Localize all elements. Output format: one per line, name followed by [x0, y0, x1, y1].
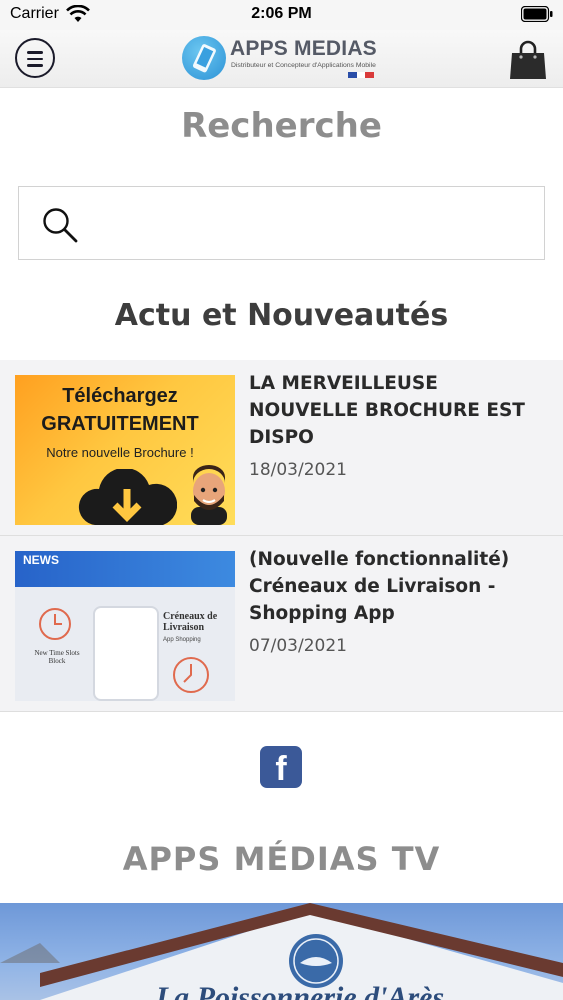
search-box[interactable] [18, 186, 545, 260]
phone-mockup [93, 606, 159, 701]
news-thumbnail: Téléchargez GRATUITEMENT Notre nouvelle … [15, 375, 235, 525]
shopping-bag-icon[interactable] [508, 39, 548, 81]
battery-icon [521, 6, 553, 22]
avatar [191, 465, 227, 525]
facebook-button[interactable]: f [260, 746, 302, 788]
hamburger-icon-line [27, 57, 43, 60]
apps-medias-logo[interactable]: APPS MEDIAS Distributeur et Concepteur d… [180, 34, 385, 84]
news-text: (Nouvelle fonctionnalité) Créneaux de Li… [249, 546, 549, 656]
tv-video-thumbnail[interactable]: La Poissonnerie d'Arès [0, 903, 563, 1000]
status-time: 2:06 PM [251, 5, 312, 22]
news-title[interactable]: (Nouvelle fonctionnalité) Créneaux de Li… [249, 546, 549, 627]
page-title: Recherche [181, 106, 382, 146]
hamburger-icon-line [27, 64, 43, 67]
news-item[interactable]: NEWS New Time Slots Block Créneaux de Li… [0, 536, 563, 712]
news-section-title: Actu et Nouveautés [114, 298, 449, 333]
hamburger-icon [27, 51, 43, 54]
clock-icon [173, 657, 209, 693]
thumb-text: Téléchargez [62, 385, 178, 407]
nav-bar: APPS MEDIAS Distributeur et Concepteur d… [0, 30, 563, 88]
thumb-text: GRATUITEMENT [41, 413, 199, 435]
menu-button[interactable] [15, 38, 55, 78]
news-date: 07/03/2021 [249, 636, 347, 656]
news-list: Téléchargez GRATUITEMENT Notre nouvelle … [0, 360, 563, 712]
thumb-label: App Shopping [163, 637, 201, 643]
thumb-banner: NEWS [15, 551, 235, 587]
logo-subtitle: Distributeur et Concepteur d'Application… [231, 62, 376, 69]
thumb-label: Créneaux de Livraison [163, 611, 218, 633]
status-bar: Carrier 2:06 PM [0, 0, 563, 30]
thumb-text: Notre nouvelle Brochure ! [46, 445, 194, 460]
tv-section-title: APPS MÉDIAS TV [122, 840, 441, 878]
search-icon [43, 208, 78, 243]
thumb-banner-text: NEWS [23, 553, 59, 567]
logo-phone-icon [182, 36, 226, 80]
cloud-download-icon [78, 469, 177, 525]
news-date: 18/03/2021 [249, 460, 347, 480]
logo-title: APPS MEDIAS [230, 37, 377, 60]
french-flag-icon [348, 72, 375, 78]
facebook-icon: f [275, 750, 287, 788]
news-thumbnail: NEWS New Time Slots Block Créneaux de Li… [15, 551, 235, 701]
thumb-label: New Time Slots Block [34, 649, 80, 665]
clock-icon [39, 608, 71, 640]
news-title[interactable]: LA MERVEILLEUSE NOUVELLE BROCHURE EST DI… [249, 370, 549, 451]
search-input[interactable] [93, 201, 533, 245]
news-text: LA MERVEILLEUSE NOUVELLE BROCHURE EST DI… [249, 370, 549, 480]
news-item[interactable]: Téléchargez GRATUITEMENT Notre nouvelle … [0, 360, 563, 536]
video-sign-text: La Poissonnerie d'Arès [155, 981, 445, 1000]
